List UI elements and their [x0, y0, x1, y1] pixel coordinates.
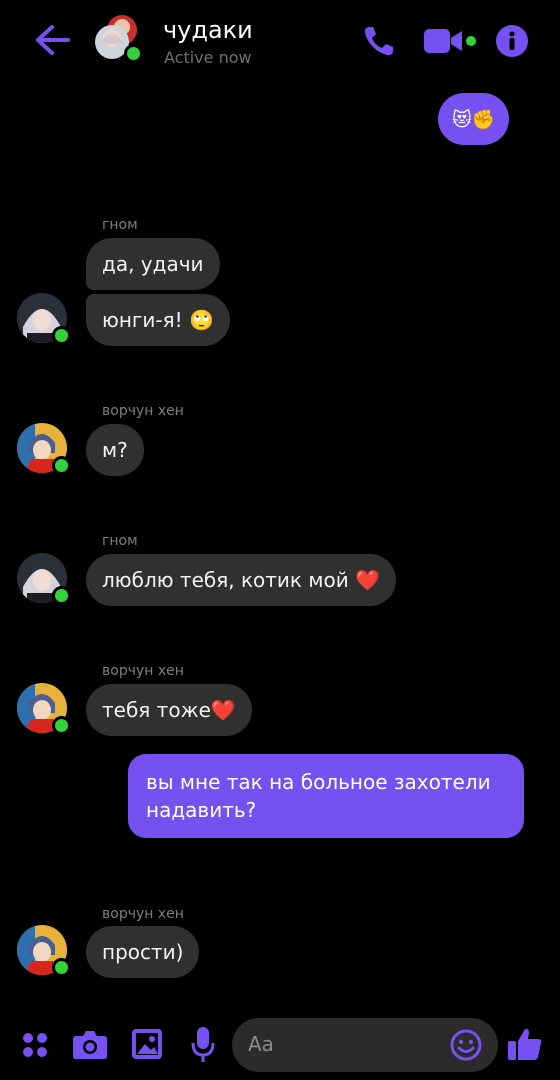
message-input-placeholder: Aa	[248, 1032, 274, 1056]
online-indicator	[52, 958, 71, 977]
sender-avatar[interactable]	[17, 553, 71, 605]
sender-name: гном	[102, 533, 138, 549]
active-status: Active now	[164, 48, 252, 67]
sender-avatar[interactable]	[17, 423, 71, 475]
message-bubble-outgoing[interactable]: 😻✊	[438, 93, 510, 145]
online-indicator	[52, 456, 71, 475]
message-bubble-incoming[interactable]: юнги-я! 🙄	[86, 294, 230, 346]
message-input[interactable]: Aa	[232, 1018, 498, 1072]
video-camera-icon[interactable]	[422, 26, 478, 56]
sender-avatar[interactable]	[17, 925, 71, 977]
chat-title: чудаки	[163, 16, 253, 44]
online-indicator	[124, 44, 143, 63]
message-bubble-incoming[interactable]: тебя тоже❤️	[86, 684, 252, 736]
sender-name: ворчун хен	[102, 906, 184, 922]
sender-name: гном	[102, 217, 138, 233]
group-avatar[interactable]	[92, 14, 143, 63]
back-arrow-icon[interactable]	[30, 22, 72, 58]
message-bubble-incoming[interactable]: прости)	[86, 926, 200, 978]
sender-name: ворчун хен	[102, 663, 184, 679]
emoji-icon[interactable]	[450, 1029, 482, 1061]
gallery-icon[interactable]	[131, 1028, 163, 1060]
phone-icon[interactable]	[362, 24, 398, 58]
online-indicator	[52, 716, 71, 735]
message-bubble-incoming[interactable]: да, удачи	[86, 238, 220, 290]
message-bubble-incoming[interactable]: люблю тебя, котик мой ❤️	[86, 554, 396, 606]
message-bubble-incoming[interactable]: м?	[86, 424, 144, 476]
sender-avatar[interactable]	[17, 683, 71, 735]
message-composer: Aa	[0, 1010, 560, 1080]
online-indicator	[52, 586, 71, 605]
chat-header: чудаки Active now	[0, 0, 560, 80]
info-icon[interactable]	[496, 25, 528, 57]
sender-name: ворчун хен	[102, 403, 184, 419]
camera-icon[interactable]	[72, 1028, 108, 1060]
apps-icon[interactable]	[22, 1032, 48, 1058]
microphone-icon[interactable]	[190, 1026, 216, 1064]
message-bubble-outgoing[interactable]: вы мне так на больное захотели надавить?	[128, 754, 524, 838]
online-indicator	[52, 326, 71, 345]
thumbs-up-icon[interactable]	[507, 1026, 543, 1062]
sender-avatar[interactable]	[17, 293, 71, 345]
